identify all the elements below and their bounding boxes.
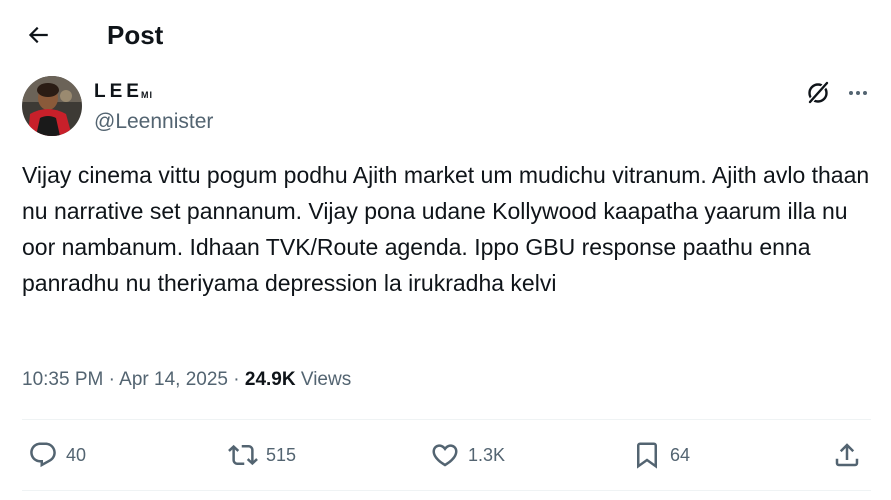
author-handle[interactable]: @Leennister [94, 109, 213, 135]
user-avatar-image [22, 76, 82, 136]
reply-count: 40 [66, 445, 87, 465]
meta-separator: · [103, 369, 120, 390]
display-name-text: LEE [94, 81, 143, 102]
meta-separator: · [227, 369, 245, 390]
arrow-left-icon [28, 26, 48, 44]
avatar[interactable] [22, 76, 82, 136]
more-horizontal-icon [849, 91, 867, 95]
tweet-time: 10:35 PM [22, 369, 104, 390]
page-title: Post [107, 20, 164, 50]
views-count: 24.9K [244, 369, 296, 390]
repost-button[interactable]: 515 [228, 420, 296, 490]
views-label: Views [300, 369, 352, 390]
divider [22, 490, 871, 491]
bookmark-icon [637, 442, 657, 469]
tweet-text: Vijay cinema vittu pogum podhu Ajith mar… [22, 162, 870, 296]
heart-icon [432, 444, 458, 467]
like-count: 1.3K [468, 445, 506, 465]
action-bar: 40 515 1.3K 64 [22, 420, 871, 490]
share-icon [835, 443, 859, 467]
back-button[interactable] [20, 17, 56, 53]
header-bar: Post [0, 0, 891, 70]
tweet-time-link[interactable]: 10:35 PM · Apr 14, 2025 [22, 369, 228, 390]
display-name-suffix: MI [140, 90, 153, 100]
grok-button[interactable] [802, 77, 834, 109]
like-button[interactable]: 1.3K [430, 420, 505, 490]
repost-count: 515 [266, 445, 297, 465]
more-options-button[interactable] [842, 77, 874, 109]
tweet-date: Apr 14, 2025 [119, 369, 228, 390]
author-display-name[interactable]: LEEMI [94, 80, 153, 104]
repost-icon [228, 444, 258, 466]
reply-button[interactable]: 40 [28, 420, 86, 490]
bookmark-button[interactable]: 64 [632, 420, 690, 490]
tweet-meta: 10:35 PM · Apr 14, 2025 · 24.9K Views [22, 366, 351, 394]
grok-icon [807, 81, 829, 105]
bookmark-count: 64 [670, 445, 691, 465]
share-button[interactable] [832, 420, 862, 490]
reply-icon [30, 442, 56, 468]
